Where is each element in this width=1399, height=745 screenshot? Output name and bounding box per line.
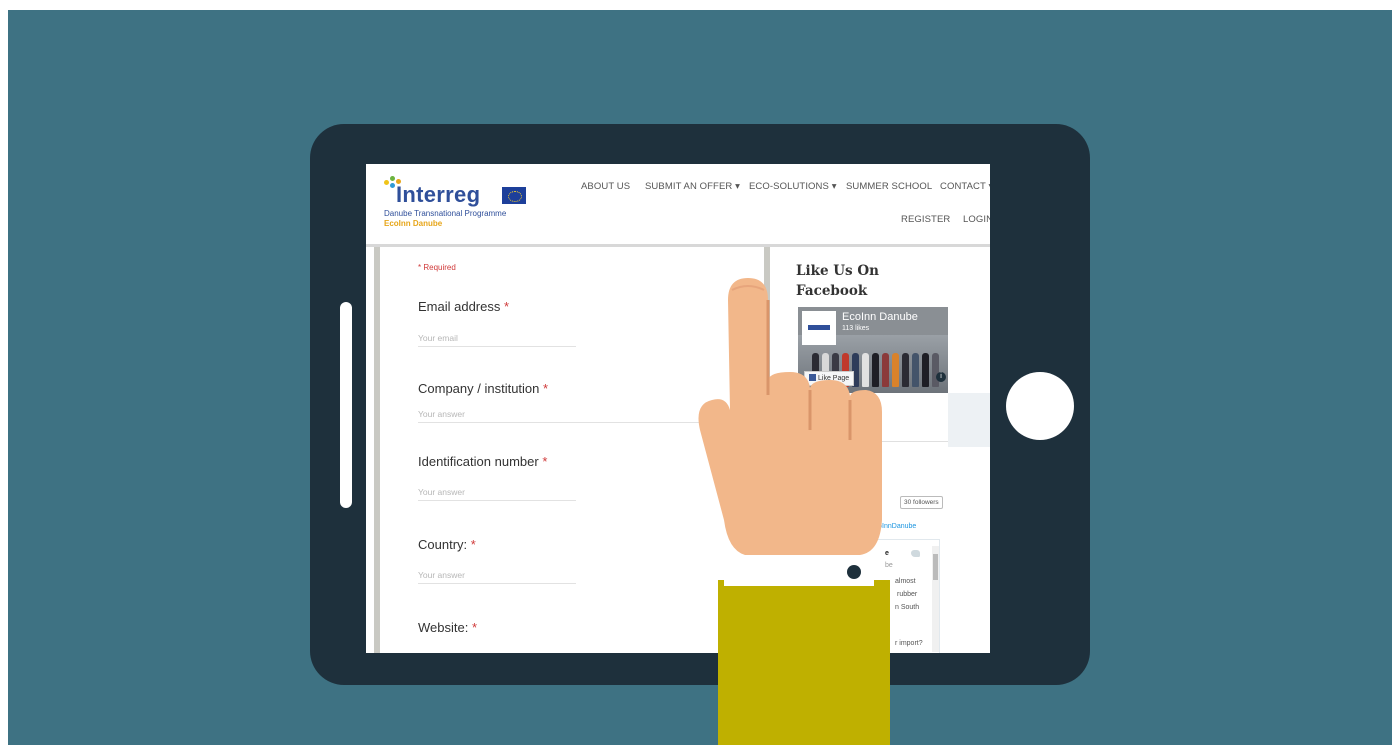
tablet-side-slot xyxy=(340,302,352,508)
twitter-follow-button[interactable]: ube xyxy=(862,496,882,508)
required-star: * xyxy=(471,620,478,635)
facebook-heading: Like Us On Facebook xyxy=(796,261,879,301)
twitter-bird-icon xyxy=(911,550,920,557)
tweet-text-line: rubber xyxy=(897,591,918,598)
twitter-heading: ets xyxy=(796,467,819,483)
country-field[interactable]: Your answer xyxy=(418,570,576,584)
logo-wordmark: Interreg xyxy=(396,182,481,207)
nav-contact[interactable]: CONTACT ▾ xyxy=(940,181,990,192)
required-note: * Required xyxy=(418,263,456,272)
company-label: Company / institution * xyxy=(418,381,548,396)
tweet-text-line: n South xyxy=(895,604,920,611)
twitter-handle[interactable]: EcoInnDanube xyxy=(870,523,916,530)
facebook-page-widget[interactable]: EcoInn Danube 113 likes Like Page i xyxy=(798,307,948,393)
video-frame: Interreg Danube Transnational Programme … xyxy=(8,10,1392,745)
email-label: Email address * xyxy=(418,299,509,314)
tablet-screen: Interreg Danube Transnational Programme … xyxy=(366,164,990,653)
id-number-field[interactable]: Your answer xyxy=(418,487,576,501)
required-star: * xyxy=(542,454,548,469)
logo-project-name: EcoInn Danube xyxy=(384,219,443,228)
twitter-timeline[interactable]: e be almost rubber n South r import? xyxy=(798,539,940,653)
company-label-text: Company / institution xyxy=(418,381,540,396)
facebook-page-name[interactable]: EcoInn Danube xyxy=(842,311,918,323)
website-label: Website: * xyxy=(418,620,477,635)
nav-submit-offer[interactable]: SUBMIT AN OFFER ▾ xyxy=(645,181,740,192)
info-icon[interactable]: i xyxy=(936,372,946,382)
country-label-text: Country: xyxy=(418,537,468,552)
nav-register[interactable]: REGISTER xyxy=(901,214,950,225)
form-panel: * Required Email address * Your email Co… xyxy=(374,247,770,653)
required-star: * xyxy=(543,381,549,396)
nav-eco-solutions[interactable]: ECO-SOLUTIONS ▾ xyxy=(749,181,837,192)
tweet-text-line: r import? xyxy=(895,640,923,647)
country-label: Country: * xyxy=(418,537,476,552)
timeline-scrollbar[interactable] xyxy=(932,546,939,652)
twitter-followers-count[interactable]: 30 followers xyxy=(900,496,943,509)
company-field[interactable]: Your answer xyxy=(418,409,718,423)
tweet-text-line: almost xyxy=(895,578,916,585)
tablet-device: Interreg Danube Transnational Programme … xyxy=(310,124,1090,685)
facebook-likes-count: 113 likes xyxy=(842,325,870,332)
facebook-like-button[interactable]: Like Page xyxy=(804,371,855,386)
tablet-home-button[interactable] xyxy=(1006,372,1074,440)
facebook-icon xyxy=(809,374,816,381)
tweet-author: e xyxy=(885,550,889,557)
email-label-text: Email address xyxy=(418,299,501,314)
sidebar: Like Us On Facebook EcoInn Danube 113 li… xyxy=(778,247,990,653)
nav-about-us[interactable]: ABOUT US xyxy=(581,181,630,192)
required-star: * xyxy=(504,299,510,314)
id-number-label-text: Identification number xyxy=(418,454,539,469)
facebook-widget-footer xyxy=(798,393,948,442)
email-field[interactable]: Your email xyxy=(418,333,576,347)
facebook-page-avatar xyxy=(802,311,836,345)
eu-flag-icon xyxy=(502,187,526,204)
tweet-handle: be xyxy=(885,562,893,569)
logo-subtitle: Danube Transnational Programme xyxy=(384,209,507,218)
website-label-text: Website: xyxy=(418,620,469,635)
sidebar-gray-block xyxy=(948,393,990,447)
site-header: Interreg Danube Transnational Programme … xyxy=(366,164,990,247)
id-number-label: Identification number * xyxy=(418,454,547,469)
nav-login[interactable]: LOGIN xyxy=(963,214,990,225)
facebook-heading-line1: Like Us On xyxy=(796,263,879,279)
nav-summer-school[interactable]: SUMMER SCHOOL xyxy=(846,181,932,192)
facebook-heading-line2: Facebook xyxy=(796,283,868,299)
facebook-like-label: Like Page xyxy=(818,375,850,382)
required-star: * xyxy=(470,537,476,552)
interreg-logo[interactable]: Interreg Danube Transnational Programme … xyxy=(384,176,534,232)
